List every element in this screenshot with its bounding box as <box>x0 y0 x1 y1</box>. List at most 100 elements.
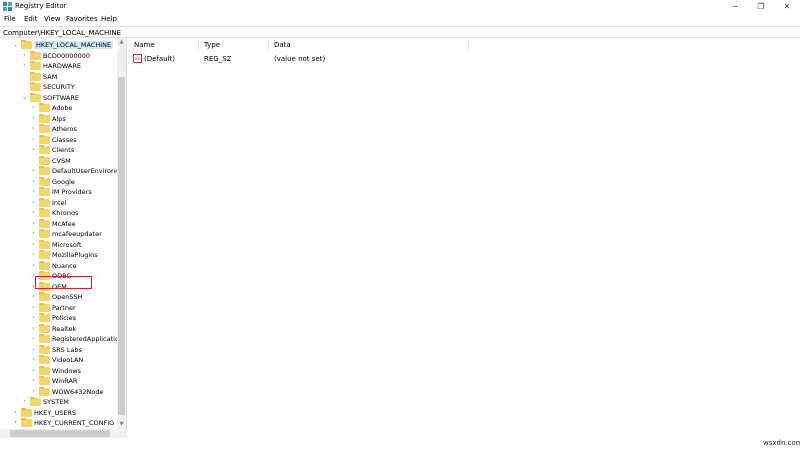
chevron-right-icon[interactable]: › <box>21 61 28 71</box>
tree-node[interactable]: › Windows <box>0 365 117 376</box>
column-header-type[interactable]: Type <box>204 41 220 51</box>
scrollbar-thumb[interactable] <box>10 430 110 437</box>
highlight-annotation <box>35 276 92 289</box>
chevron-right-icon[interactable]: › <box>30 250 37 260</box>
menu-view[interactable]: View <box>44 15 61 23</box>
tree-node[interactable]: › mcafeeupdater <box>0 229 117 239</box>
tree-node[interactable]: › McAfee <box>0 218 117 229</box>
tree-node[interactable]: › MozillaPlugins <box>0 250 117 260</box>
menu-edit[interactable]: Edit <box>24 15 38 23</box>
tree-node[interactable]: › WinRAR <box>0 376 117 386</box>
tree-node[interactable]: › RegisteredApplicatio <box>0 334 119 344</box>
tree-node[interactable]: CVSM <box>0 155 117 166</box>
chevron-right-icon[interactable]: › <box>30 145 37 155</box>
tree-node[interactable]: › WOW6432Node <box>0 386 117 397</box>
column-divider[interactable] <box>198 40 199 51</box>
column-divider[interactable] <box>468 40 469 51</box>
tree-node[interactable]: SAM <box>0 71 117 82</box>
registry-editor-icon <box>3 2 12 11</box>
menu-help[interactable]: Help <box>101 15 117 23</box>
maximize-button[interactable]: ❐ <box>748 0 774 13</box>
scroll-down-icon[interactable]: ▼ <box>117 420 126 429</box>
tree-node[interactable]: › Khronos <box>0 208 117 218</box>
chevron-right-icon[interactable]: › <box>30 135 37 145</box>
tree-node[interactable]: › HKEY_CURRENT_CONFIG <box>0 418 117 428</box>
tree-node[interactable]: › Intel <box>0 197 117 208</box>
close-button[interactable]: ✕ <box>774 0 800 13</box>
chevron-right-icon[interactable]: › <box>30 292 37 302</box>
folder-icon <box>30 397 41 406</box>
address-path[interactable]: Computer\HKEY_LOCAL_MACHINE <box>3 29 121 37</box>
chevron-right-icon[interactable]: › <box>30 334 37 344</box>
tree-node[interactable]: › SRS Labs <box>0 344 117 355</box>
chevron-right-icon[interactable]: › <box>30 208 37 218</box>
tree-node[interactable]: › Classes <box>0 134 117 145</box>
folder-icon <box>39 334 50 343</box>
chevron-right-icon[interactable]: › <box>30 219 37 229</box>
tree-node[interactable]: › Clients <box>0 145 117 155</box>
chevron-right-icon[interactable]: › <box>30 187 37 197</box>
tree-horizontal-scrollbar[interactable] <box>0 429 127 438</box>
tree-node[interactable]: › Google <box>0 176 117 187</box>
chevron-right-icon[interactable]: › <box>30 376 37 386</box>
tree-node[interactable]: › Adobe <box>0 103 117 113</box>
chevron-right-icon[interactable]: › <box>30 177 37 187</box>
folder-icon <box>39 218 50 228</box>
chevron-right-icon[interactable]: › <box>30 387 37 397</box>
tree-node[interactable]: › VideoLAN <box>0 355 117 365</box>
chevron-right-icon[interactable]: › <box>30 103 37 113</box>
tree-node[interactable]: › Alps <box>0 113 117 124</box>
scrollbar-thumb[interactable] <box>118 77 125 415</box>
address-bar[interactable]: Computer\HKEY_LOCAL_MACHINE <box>0 26 800 38</box>
scroll-up-icon[interactable]: ▲ <box>117 38 126 47</box>
tree-node[interactable]: › Policies <box>0 313 117 323</box>
tree-node[interactable]: › OpenSSH <box>0 292 117 302</box>
tree-node[interactable]: › DefaultUserEnvironm <box>0 166 121 176</box>
chevron-right-icon[interactable]: › <box>21 51 28 61</box>
menu-favorites[interactable]: Favorites <box>66 15 98 23</box>
chevron-right-icon[interactable]: › <box>30 198 37 208</box>
chevron-right-icon[interactable]: › <box>30 345 37 355</box>
folder-icon <box>39 355 50 364</box>
tree-node[interactable]: › SYSTEM <box>0 397 117 407</box>
chevron-right-icon[interactable]: › <box>30 324 37 334</box>
tree-node[interactable]: › BCD00000000 <box>0 50 117 61</box>
tree-node[interactable]: ⌄ SOFTWARE <box>0 92 117 103</box>
chevron-right-icon[interactable]: › <box>30 166 37 176</box>
chevron-right-icon[interactable]: › <box>30 303 37 313</box>
tree-node-label: Atheros <box>52 125 77 133</box>
column-divider[interactable] <box>268 40 269 51</box>
tree-vertical-scrollbar[interactable]: ▲ ▼ <box>117 38 126 429</box>
tree-node[interactable]: › Atheros <box>0 124 117 134</box>
tree-node[interactable]: › Partner <box>0 302 117 313</box>
chevron-right-icon[interactable]: › <box>30 366 37 376</box>
chevron-right-icon[interactable]: › <box>30 261 37 271</box>
tree-node[interactable]: › Realtek <box>0 323 117 334</box>
tree-node[interactable]: SECURITY <box>0 82 117 92</box>
tree-node[interactable]: › Nuance <box>0 260 117 271</box>
chevron-right-icon[interactable]: › <box>12 418 19 428</box>
folder-icon <box>39 134 50 144</box>
tree-node[interactable]: › IM Providers <box>0 187 117 197</box>
chevron-down-icon[interactable]: ⌄ <box>12 40 19 50</box>
column-header-data[interactable]: Data <box>274 41 291 51</box>
chevron-right-icon[interactable]: › <box>30 229 37 239</box>
chevron-down-icon[interactable]: ⌄ <box>21 93 28 103</box>
chevron-right-icon[interactable]: › <box>30 240 37 250</box>
minimize-button[interactable]: ─ <box>722 0 748 13</box>
folder-icon <box>39 229 50 238</box>
tree-node-label: IM Providers <box>52 188 92 196</box>
tree-node[interactable]: › HARDWARE <box>0 61 117 71</box>
chevron-right-icon[interactable]: › <box>12 408 19 418</box>
tree-node[interactable]: › Microsoft <box>0 239 117 250</box>
chevron-right-icon[interactable]: › <box>30 124 37 134</box>
chevron-right-icon[interactable]: › <box>30 313 37 323</box>
menu-file[interactable]: File <box>4 15 16 23</box>
chevron-right-icon[interactable]: › <box>21 397 28 407</box>
tree-node[interactable]: › HKEY_USERS <box>0 407 117 418</box>
column-header-name[interactable]: Name <box>134 41 155 51</box>
tree-node-label: SOFTWARE <box>43 93 79 102</box>
chevron-right-icon[interactable]: › <box>30 114 37 124</box>
chevron-right-icon[interactable]: › <box>30 355 37 365</box>
tree-node[interactable]: ⌄ HKEY_LOCAL_MACHINE <box>0 40 117 50</box>
